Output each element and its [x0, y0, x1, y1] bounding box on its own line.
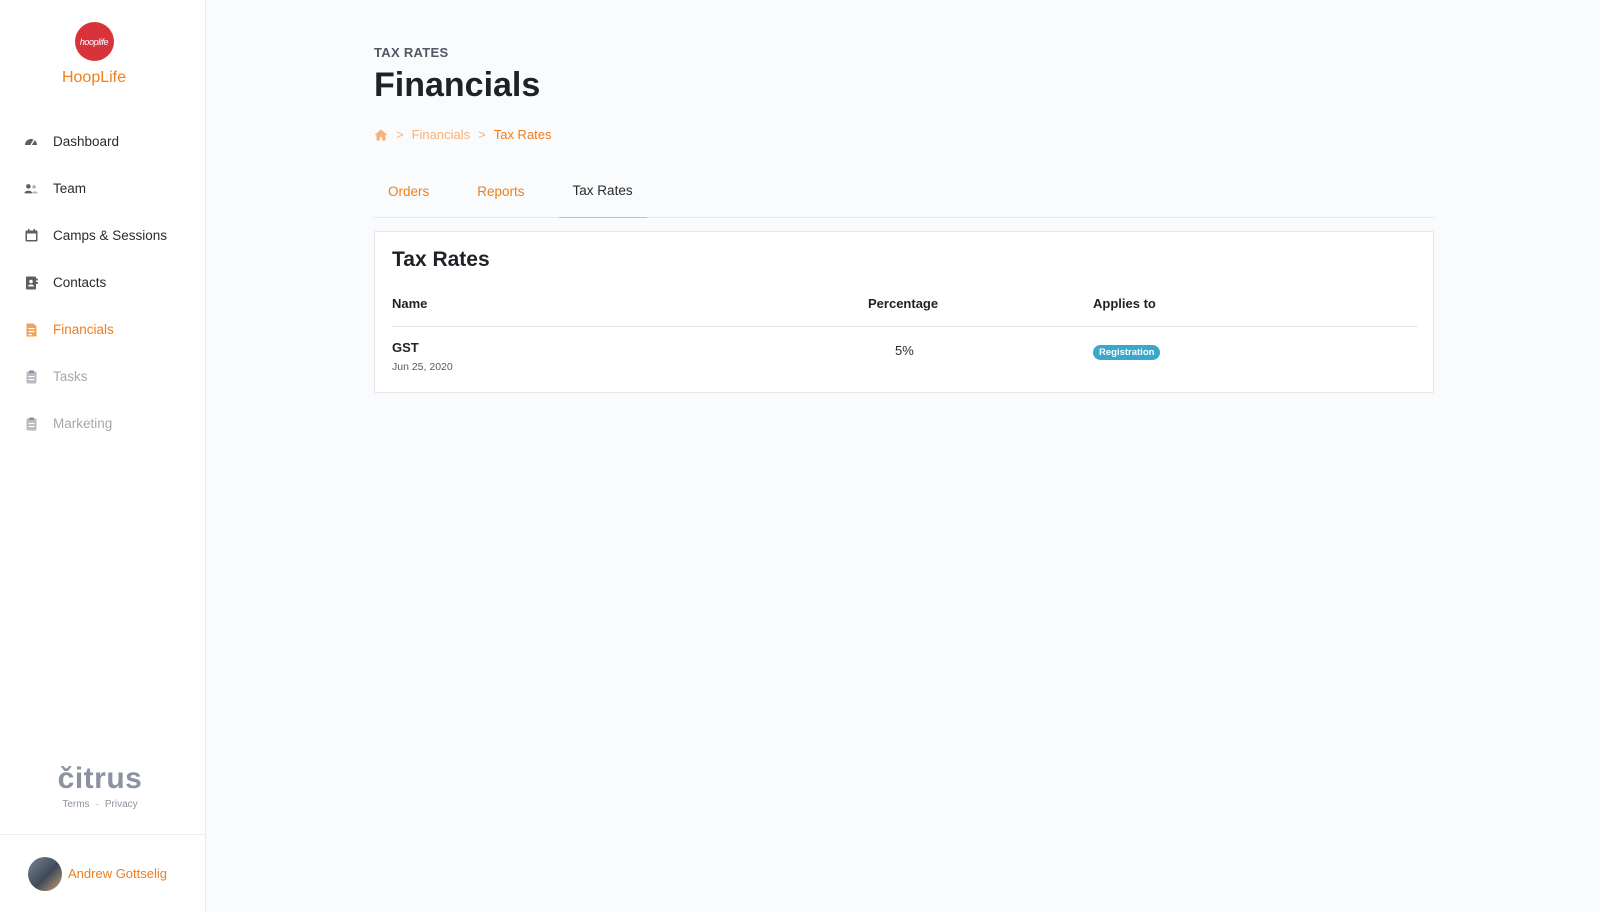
- avatar[interactable]: [28, 856, 62, 891]
- sidebar-item-tasks[interactable]: Tasks: [0, 353, 206, 400]
- sidebar-item-team[interactable]: Team: [0, 165, 206, 212]
- sidebar-item-label: Financials: [53, 322, 114, 337]
- header-divider: [392, 326, 1418, 327]
- page-eyebrow: TAX RATES: [374, 45, 449, 60]
- calendar-icon: [24, 229, 38, 243]
- column-header-applies-to: Applies to: [1093, 296, 1156, 311]
- sidebar-item-camps-sessions[interactable]: Camps & Sessions: [0, 212, 206, 259]
- clipboard-icon: [24, 370, 38, 384]
- column-header-name: Name: [392, 296, 428, 311]
- breadcrumb-financials[interactable]: Financials: [412, 127, 471, 142]
- tab-reports[interactable]: Reports: [463, 164, 538, 218]
- sidebar-item-label: Dashboard: [53, 134, 120, 149]
- column-header-percentage: Percentage: [868, 296, 939, 311]
- tax-rate-date: Jun 25, 2020: [392, 361, 453, 373]
- citrus-logo: čitrus: [57, 762, 143, 795]
- home-icon[interactable]: [374, 129, 388, 141]
- hooplife-logo[interactable]: hooplife: [74, 22, 114, 61]
- sidebar-item-marketing[interactable]: Marketing: [0, 400, 206, 447]
- separator-dot: ·: [95, 799, 99, 810]
- footer-brand: čitrus Terms · Privacy: [0, 762, 200, 811]
- sidebar-nav: Dashboard Team Camps & Sessions Contacts…: [0, 118, 206, 447]
- sidebar-item-label: Team: [53, 181, 87, 196]
- sidebar-item-contacts[interactable]: Contacts: [0, 259, 206, 306]
- sidebar-item-label: Tasks: [53, 369, 88, 384]
- applies-to-badge: Registration: [1093, 345, 1161, 360]
- tax-rates-card: Tax Rates Name Percentage Applies to GST…: [374, 231, 1434, 393]
- legal-links: Terms · Privacy: [0, 799, 200, 810]
- page-title: Financials: [374, 66, 541, 104]
- brand[interactable]: hooplife HoopLife: [0, 22, 188, 87]
- sidebar-item-label: Marketing: [53, 416, 113, 431]
- sidebar-item-dashboard[interactable]: Dashboard: [0, 118, 206, 165]
- sidebar-item-label: Camps & Sessions: [53, 228, 168, 243]
- tax-rate-percentage: 5%: [895, 343, 914, 358]
- brand-name[interactable]: HoopLife: [0, 69, 188, 87]
- terms-link[interactable]: Terms: [62, 799, 89, 810]
- dashboard-gauge-icon: [24, 135, 38, 149]
- breadcrumb-separator: >: [396, 127, 404, 142]
- card-title: Tax Rates: [392, 248, 490, 271]
- tab-tax-rates[interactable]: Tax Rates: [558, 164, 647, 218]
- tab-bar: Orders Reports Tax Rates: [374, 164, 1434, 218]
- sidebar: hooplife HoopLife Dashboard Team Camps &…: [0, 0, 206, 912]
- users-icon: [24, 182, 38, 196]
- address-book-icon: [24, 276, 38, 290]
- tax-rate-name[interactable]: GST: [392, 340, 419, 355]
- breadcrumb-current[interactable]: Tax Rates: [494, 127, 552, 142]
- file-invoice-icon: [24, 323, 38, 337]
- user-profile[interactable]: Andrew Gottselig: [0, 834, 206, 912]
- sidebar-item-financials[interactable]: Financials: [0, 306, 206, 353]
- sidebar-item-label: Contacts: [53, 275, 107, 290]
- tab-orders[interactable]: Orders: [374, 164, 443, 218]
- breadcrumb: > Financials > Tax Rates: [374, 127, 552, 142]
- privacy-link[interactable]: Privacy: [105, 799, 138, 810]
- user-name[interactable]: Andrew Gottselig: [68, 866, 167, 881]
- breadcrumb-separator: >: [478, 127, 486, 142]
- clipboard-icon: [24, 417, 38, 431]
